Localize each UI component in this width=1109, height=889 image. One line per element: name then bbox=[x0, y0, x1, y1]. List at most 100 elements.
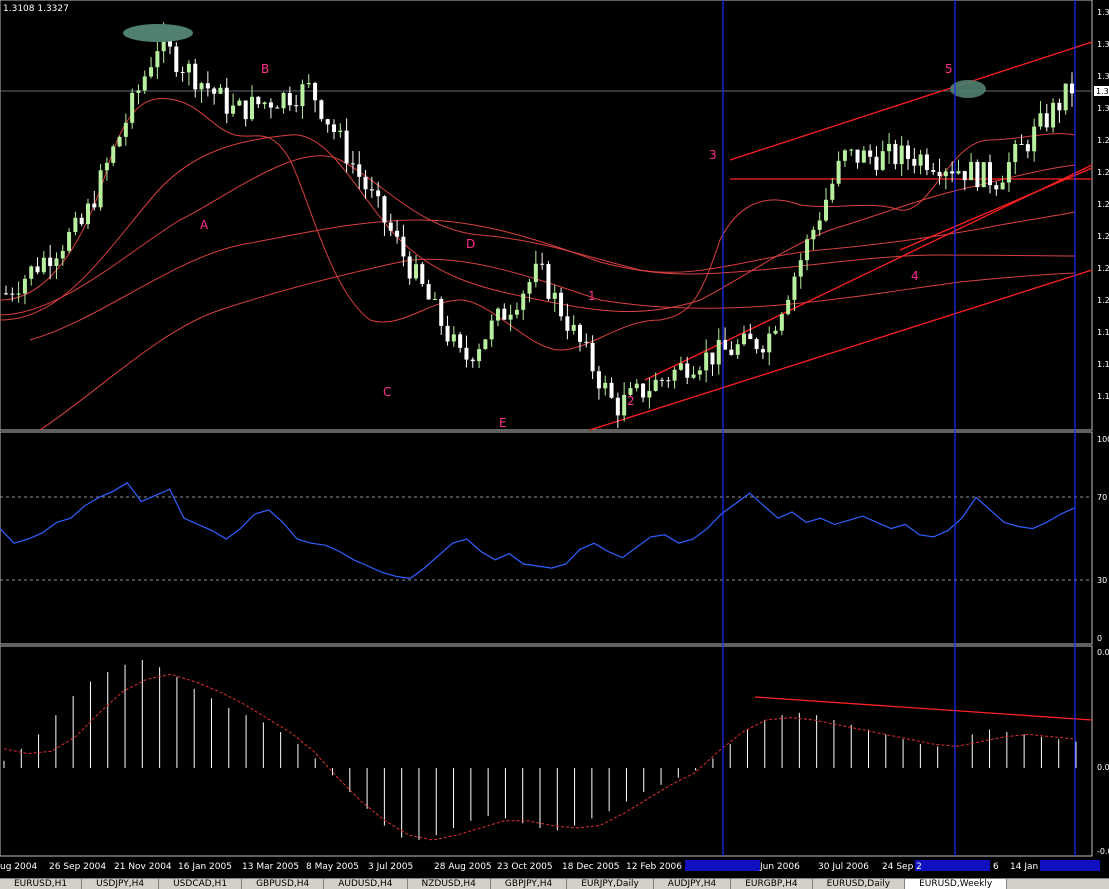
rsi-panel[interactable] bbox=[0, 431, 1093, 645]
candle-bull bbox=[805, 239, 810, 261]
macd-panel[interactable] bbox=[0, 645, 1093, 857]
candle-bear bbox=[1019, 143, 1024, 145]
price-tick: 1.2 bbox=[1097, 200, 1109, 209]
candle-bull bbox=[104, 162, 109, 171]
chart-area[interactable]: 1.3108 1.3327 1.3 A B C D E 1 2 3 4 5 1. bbox=[0, 0, 1109, 878]
candle-bear bbox=[224, 87, 229, 114]
candle-bull bbox=[849, 149, 854, 151]
rsi-tick: 0 bbox=[1097, 634, 1102, 643]
candle-bear bbox=[565, 316, 570, 331]
candle-bear bbox=[332, 124, 336, 133]
wave-label-d: D bbox=[466, 237, 475, 251]
candle-bull bbox=[647, 390, 652, 398]
candle-bear bbox=[868, 150, 873, 157]
candle-bull bbox=[123, 122, 128, 137]
candle-bull bbox=[773, 330, 778, 334]
candle-bear bbox=[710, 352, 715, 365]
candle-bull bbox=[824, 199, 828, 221]
time-tick: 23 Oct 2005 bbox=[497, 862, 553, 872]
time-tick: 24 Sep 2 bbox=[882, 862, 922, 872]
candle-bear bbox=[174, 46, 179, 72]
candle-bear bbox=[10, 293, 15, 295]
candle-bull bbox=[514, 309, 519, 315]
candle-bear bbox=[685, 363, 690, 378]
candle-bull bbox=[98, 170, 103, 208]
candle-bear bbox=[937, 171, 942, 177]
candle-bull bbox=[1032, 126, 1037, 152]
candle-bear bbox=[256, 96, 261, 105]
candle-bear bbox=[48, 257, 53, 267]
candle-bear bbox=[912, 159, 917, 166]
candle-bull bbox=[338, 130, 343, 133]
candle-bear bbox=[874, 156, 879, 170]
candle-bull bbox=[22, 278, 27, 294]
candle-bull bbox=[186, 63, 191, 73]
candle-bear bbox=[590, 342, 595, 372]
candle-bull bbox=[533, 263, 538, 283]
candle-bear bbox=[180, 71, 185, 73]
time-highlight-1 bbox=[685, 860, 760, 871]
time-tick: Jun 2006 bbox=[759, 862, 800, 872]
time-tick: 30 Jul 2006 bbox=[818, 862, 869, 872]
candle-bear bbox=[35, 266, 40, 273]
candle-bear bbox=[350, 163, 355, 165]
candle-bull bbox=[697, 370, 702, 375]
candle-bear bbox=[205, 83, 210, 89]
candle-bull bbox=[199, 83, 204, 90]
candle-bull bbox=[73, 217, 78, 233]
candle-bull bbox=[262, 102, 267, 105]
wave-label-1: 1 bbox=[588, 289, 596, 303]
candle-bull bbox=[622, 394, 627, 416]
candle-bull bbox=[691, 374, 696, 378]
candle-bear bbox=[319, 100, 324, 120]
wave-label-4: 4 bbox=[911, 269, 919, 283]
candle-bear bbox=[660, 379, 664, 381]
candle-bear bbox=[445, 325, 450, 342]
candle-bull bbox=[237, 100, 242, 106]
candle-bear bbox=[729, 349, 734, 355]
time-tick: ug 2004 bbox=[0, 862, 37, 872]
candle-bear bbox=[855, 149, 860, 163]
price-panel[interactable] bbox=[0, 0, 1093, 431]
candle-bull bbox=[142, 76, 147, 91]
candle-bear bbox=[325, 119, 330, 125]
time-tick: 18 Dec 2005 bbox=[562, 862, 620, 872]
candle-bull bbox=[155, 51, 160, 68]
candle-bear bbox=[439, 298, 444, 326]
candle-bull bbox=[716, 339, 721, 365]
price-tick: 1.2 bbox=[1097, 296, 1109, 305]
candle-bull bbox=[672, 369, 677, 381]
candle-bear bbox=[344, 130, 349, 164]
candle-bull bbox=[483, 339, 488, 350]
candle-bear bbox=[609, 382, 614, 398]
candle-bull bbox=[1006, 162, 1011, 183]
candle-bull bbox=[634, 383, 639, 389]
candle-bear bbox=[502, 308, 507, 320]
rsi-axis: 100 70 30 0 bbox=[1097, 435, 1109, 643]
wave-label-3: 3 bbox=[709, 148, 717, 162]
candle-bull bbox=[792, 276, 797, 300]
candle-bear bbox=[906, 145, 910, 160]
candle-bear bbox=[287, 93, 292, 106]
candle-bear bbox=[464, 347, 469, 360]
candle-bear bbox=[578, 324, 582, 342]
time-highlight-2 bbox=[915, 860, 990, 871]
candle-bull bbox=[786, 299, 791, 315]
candle-bear bbox=[193, 63, 198, 90]
candle-bull bbox=[86, 203, 90, 225]
candle-bull bbox=[29, 266, 34, 279]
candle-bull bbox=[735, 344, 740, 355]
candle-bear bbox=[243, 100, 248, 120]
candle-bull bbox=[1038, 113, 1043, 127]
price-tag-text: 1.3 bbox=[1096, 87, 1109, 96]
wave-label-b: B bbox=[261, 62, 269, 76]
time-highlight-3 bbox=[1040, 860, 1100, 871]
candle-bear bbox=[975, 161, 980, 188]
candle-bull bbox=[830, 183, 835, 200]
candle-bear bbox=[994, 185, 999, 190]
candle-bull bbox=[306, 82, 311, 85]
candle-bull bbox=[767, 333, 772, 353]
candle-bear bbox=[420, 264, 425, 285]
candle-bear bbox=[748, 333, 753, 340]
time-tick: 12 Feb 2006 bbox=[626, 862, 682, 872]
